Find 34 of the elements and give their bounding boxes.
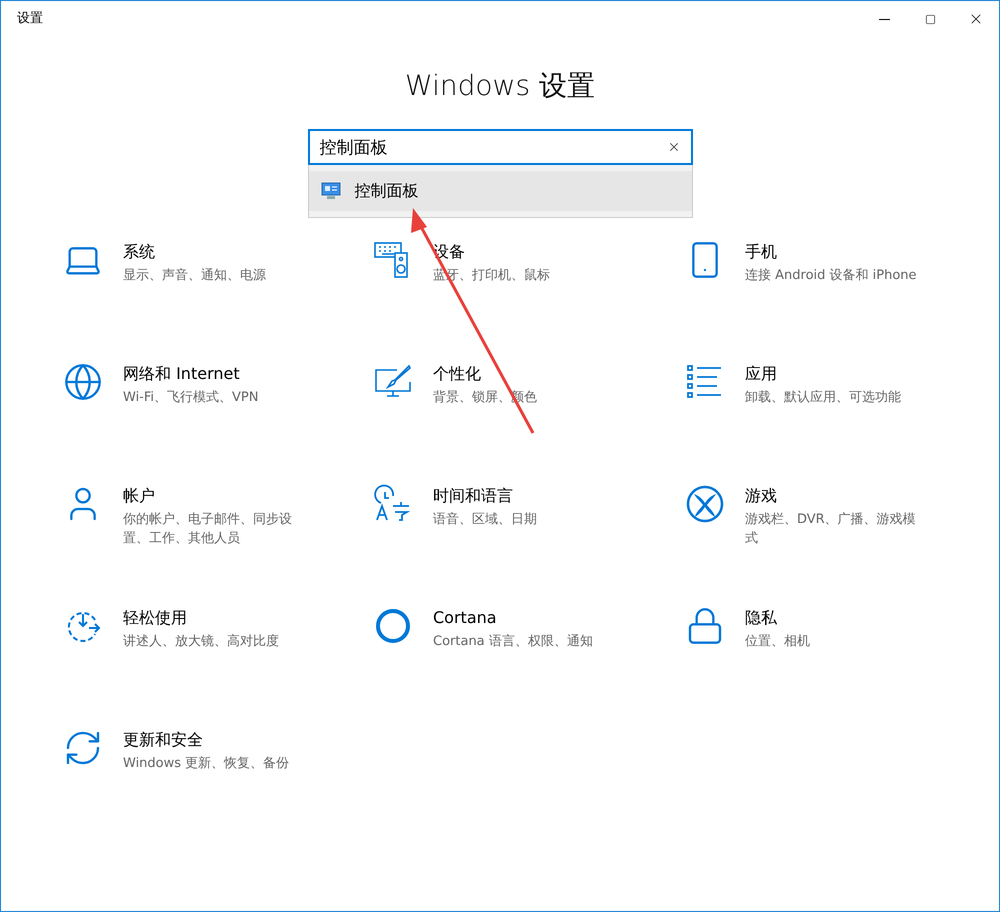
suggestion-item[interactable]: 控制面板 [308, 171, 692, 211]
category-description: 位置、相机 [745, 633, 811, 651]
category-title[interactable]: 轻松使用 [123, 606, 299, 630]
category-title[interactable]: 游戏 [745, 484, 921, 508]
category-description: 语音、区域、日期 [433, 511, 538, 529]
category-title[interactable]: 系统 [123, 240, 299, 264]
category-title[interactable]: 手机 [745, 240, 921, 264]
page-heading: Windows 设置 [405, 68, 595, 104]
category-description: Windows 更新、恢复、备份 [123, 755, 290, 773]
xbox-icon [685, 484, 725, 524]
minimize-icon [878, 18, 890, 20]
globe-icon [63, 362, 103, 402]
clock-language-icon [373, 484, 413, 524]
window-title: 设置 [17, 10, 43, 28]
category-description: 讲述人、放大镜、高对比度 [123, 633, 280, 651]
category-description: Wi-Fi、飞行模式、VPN [123, 389, 260, 407]
category-title[interactable]: 网络和 Internet [123, 362, 299, 386]
category-description: 你的帐户、电子邮件、同步设置、工作、其他人员 [123, 511, 293, 548]
category-title[interactable]: 时间和语言 [433, 484, 609, 508]
category-description: Cortana 语言、权限、通知 [433, 633, 594, 651]
category-title[interactable]: 个性化 [433, 362, 609, 386]
category-title[interactable]: 应用 [745, 362, 921, 386]
category-description: 游戏栏、DVR、广播、游戏模式 [745, 511, 917, 548]
category-title[interactable]: Cortana [433, 606, 609, 630]
category-description: 显示、声音、通知、电源 [123, 267, 267, 285]
control-panel-icon [320, 182, 340, 200]
category-title[interactable]: 更新和安全 [123, 728, 299, 752]
category-description: 连接 Android 设备和 iPhone [745, 267, 918, 285]
category-title[interactable]: 帐户 [123, 484, 299, 508]
search-field[interactable]: 控制面板 [308, 129, 692, 165]
ring-icon [373, 606, 413, 646]
maximize-icon [924, 14, 936, 24]
category-title[interactable]: 隐私 [745, 606, 921, 630]
category-description: 卸载、默认应用、可选功能 [745, 389, 902, 407]
